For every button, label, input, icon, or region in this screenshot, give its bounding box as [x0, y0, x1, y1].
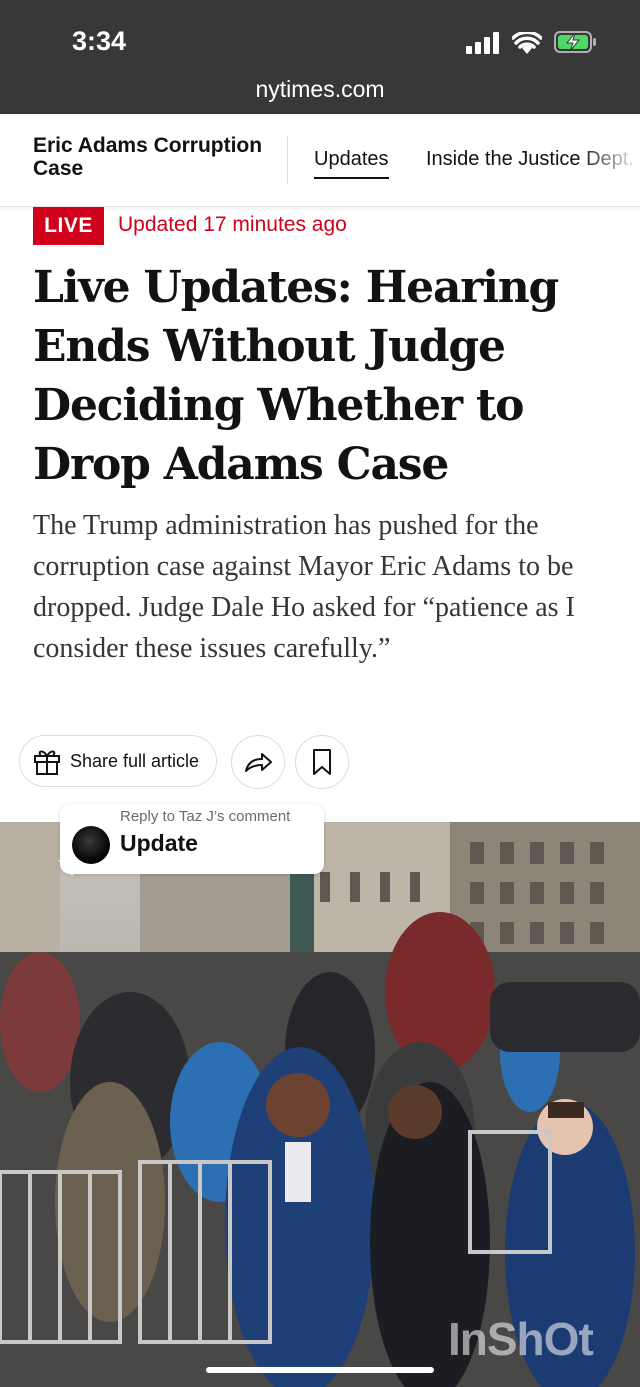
- bookmark-icon: [313, 749, 331, 775]
- wifi-icon: [512, 32, 542, 54]
- article-photo: [0, 822, 640, 1387]
- section-nav: Eric Adams Corruption Case Updates Insid…: [0, 114, 640, 207]
- reply-label: Reply to Taz J’s comment: [120, 808, 291, 825]
- reply-text: Update: [120, 830, 198, 856]
- share-button-label: Share full article: [70, 750, 200, 771]
- save-bookmark-button[interactable]: [295, 735, 349, 789]
- section-title[interactable]: Eric Adams Corruption Case: [33, 134, 273, 180]
- inshot-watermark: InShOt: [448, 1313, 594, 1365]
- browser-top-bar: 3:34 nytimes.com: [0, 0, 640, 114]
- article-summary: The Trump administration has pushed for …: [33, 510, 575, 664]
- share-forward-button[interactable]: [231, 735, 285, 789]
- updated-timestamp: Updated 17 minutes ago: [118, 213, 347, 236]
- share-full-article-button[interactable]: Share full article: [19, 735, 217, 787]
- cellular-signal-icon: [466, 32, 499, 54]
- nav-divider: [287, 136, 288, 184]
- reply-comment-bubble[interactable]: Reply to Taz J’s comment Update: [60, 804, 324, 874]
- address-bar-url[interactable]: nytimes.com: [0, 76, 640, 103]
- home-indicator[interactable]: [206, 1367, 434, 1373]
- forward-arrow-icon: [245, 753, 272, 772]
- gift-icon: [34, 750, 60, 775]
- status-time: 3:34: [72, 26, 127, 56]
- live-badge: LIVE: [33, 207, 104, 245]
- battery-charging-icon: [554, 31, 596, 53]
- tab-updates[interactable]: Updates: [314, 148, 389, 179]
- status-icons: [466, 30, 598, 54]
- avatar: [72, 826, 110, 864]
- article-headline: Live Updates: Hearing Ends Without Judge…: [33, 262, 559, 490]
- nav-fade: [580, 114, 640, 206]
